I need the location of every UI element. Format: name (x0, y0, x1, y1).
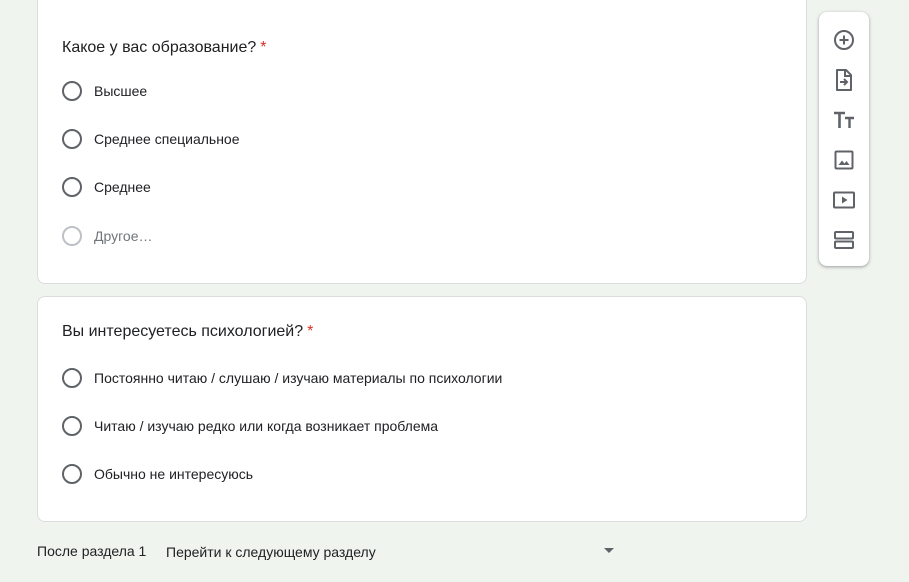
option-label: Читаю / изучаю редко или когда возникает… (94, 418, 439, 434)
import-questions-icon[interactable] (832, 68, 856, 92)
dropdown-selected-value: Перейти к следующему разделу (166, 544, 376, 560)
side-toolbar (819, 12, 869, 266)
radio-button[interactable] (62, 416, 82, 436)
add-video-icon[interactable] (832, 188, 856, 212)
add-title-icon[interactable] (832, 108, 856, 132)
other-option-label: Другое… (94, 228, 153, 244)
add-section-icon[interactable] (832, 228, 856, 252)
radio-button[interactable] (62, 464, 82, 484)
radio-option[interactable]: Читаю / изучаю редко или когда возникает… (62, 414, 438, 438)
add-question-icon[interactable] (832, 28, 856, 52)
question-title: Вы интересуетесь психологией? * (62, 323, 313, 341)
radio-option-other[interactable]: Другое… (62, 224, 152, 248)
option-label: Обычно не интересуюсь (94, 466, 254, 482)
radio-button[interactable] (62, 368, 82, 388)
question-card-education[interactable]: Какое у вас образование? * Высшее Среднее… (37, 0, 807, 284)
radio-button[interactable] (62, 177, 82, 197)
radio-button[interactable] (62, 226, 82, 246)
section-navigation-dropdown[interactable]: Перейти к следующему разделу (166, 536, 618, 568)
dropdown-arrow-icon[interactable] (604, 548, 614, 553)
radio-option[interactable]: Постоянно читаю / слушаю / изучаю матери… (62, 366, 502, 390)
radio-option[interactable]: Высшее (62, 79, 147, 103)
required-asterisk: * (307, 323, 314, 340)
option-label: Среднее (94, 179, 151, 195)
radio-option[interactable]: Среднее специальное (62, 127, 240, 151)
radio-button[interactable] (62, 129, 82, 149)
radio-option[interactable]: Среднее (62, 175, 151, 199)
radio-button[interactable] (62, 81, 82, 101)
question-title-text: Какое у вас образование? (62, 39, 257, 56)
add-image-icon[interactable] (832, 148, 856, 172)
after-section-label: После раздела 1 (37, 543, 147, 559)
option-label: Постоянно читаю / слушаю / изучаю матери… (94, 370, 503, 386)
question-title: Какое у вас образование? * (62, 39, 267, 57)
option-label: Высшее (94, 83, 148, 99)
radio-option[interactable]: Обычно не интересуюсь (62, 462, 253, 486)
question-card-psychology[interactable]: Вы интересуетесь психологией? * Постоянно… (37, 296, 807, 522)
required-asterisk: * (260, 39, 267, 56)
option-label: Среднее специальное (94, 131, 240, 147)
question-title-text: Вы интересуетесь психологией? (62, 323, 304, 340)
